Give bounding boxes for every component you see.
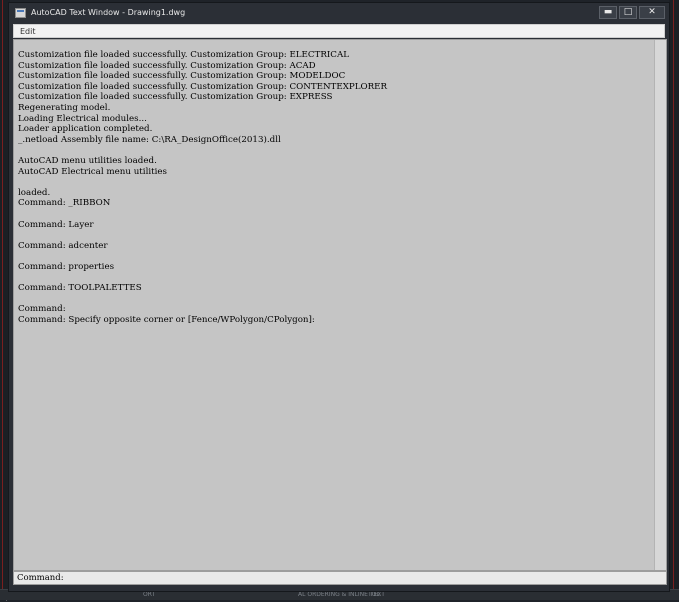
history-line: Command: properties: [18, 261, 115, 272]
status-strip-label: ORT: [143, 591, 156, 598]
canvas-grid-line: [673, 0, 674, 600]
history-line: Loader application completed.: [18, 124, 153, 135]
history-line: Command: TOOLPALETTES: [18, 283, 142, 294]
minimize-icon: ▬: [603, 7, 613, 17]
history-line: Command:: [18, 304, 66, 315]
history-line: [18, 230, 652, 241]
title-bar[interactable]: AutoCAD Text Window - Drawing1.dwg ▬ □ ✕: [9, 3, 669, 23]
canvas-grid-line: [2, 0, 3, 600]
menu-bar: Edit: [13, 24, 665, 38]
history-line: Command: _RIBBON: [18, 198, 111, 209]
history-lines: Customization file loaded successfully. …: [18, 50, 652, 325]
history-line: Customization file loaded successfully. …: [18, 60, 316, 71]
app-icon: [15, 8, 26, 18]
history-line: Command: Specify opposite corner or [Fen…: [18, 314, 315, 325]
text-window: AutoCAD Text Window - Drawing1.dwg ▬ □ ✕…: [8, 2, 670, 592]
close-button[interactable]: ✕: [639, 6, 665, 19]
history-line: Customization file loaded successfully. …: [18, 50, 350, 60]
history-line: [18, 272, 652, 283]
history-line: Loading Electrical modules...: [18, 113, 147, 124]
history-line: [18, 177, 652, 188]
history-line: [18, 251, 652, 262]
maximize-button[interactable]: □: [619, 6, 637, 19]
history-line: Customization file loaded successfully. …: [18, 92, 333, 103]
command-input[interactable]: [58, 573, 658, 583]
vertical-scrollbar[interactable]: [654, 40, 666, 570]
maximize-icon: □: [623, 7, 633, 17]
status-strip-label: TOL: [368, 591, 380, 598]
minimize-button[interactable]: ▬: [599, 6, 617, 19]
history-line: Regenerating model.: [18, 102, 111, 113]
history-line: _.netload Assembly file name: C:\RA_Desi…: [18, 134, 281, 145]
history-line: [18, 294, 652, 305]
cad-canvas-right-edge: [669, 0, 679, 600]
history-line: AutoCAD Electrical menu utilities: [18, 166, 167, 177]
command-history[interactable]: Customization file loaded successfully. …: [13, 39, 667, 571]
history-line: loaded.: [18, 187, 51, 198]
history-line: Command: adcenter: [18, 240, 108, 251]
history-line: Customization file loaded successfully. …: [18, 81, 388, 92]
window-title: AutoCAD Text Window - Drawing1.dwg: [31, 8, 186, 17]
close-icon: ✕: [648, 7, 656, 17]
menu-edit[interactable]: Edit: [20, 26, 36, 37]
command-prompt-label: Command:: [17, 573, 64, 583]
history-line: Command: Layer: [18, 219, 94, 230]
history-line: Customization file loaded successfully. …: [18, 71, 346, 82]
command-line[interactable]: Command:: [13, 571, 667, 585]
history-line: [18, 145, 652, 156]
history-line: AutoCAD menu utilities loaded.: [18, 155, 157, 166]
history-line: [18, 209, 652, 220]
